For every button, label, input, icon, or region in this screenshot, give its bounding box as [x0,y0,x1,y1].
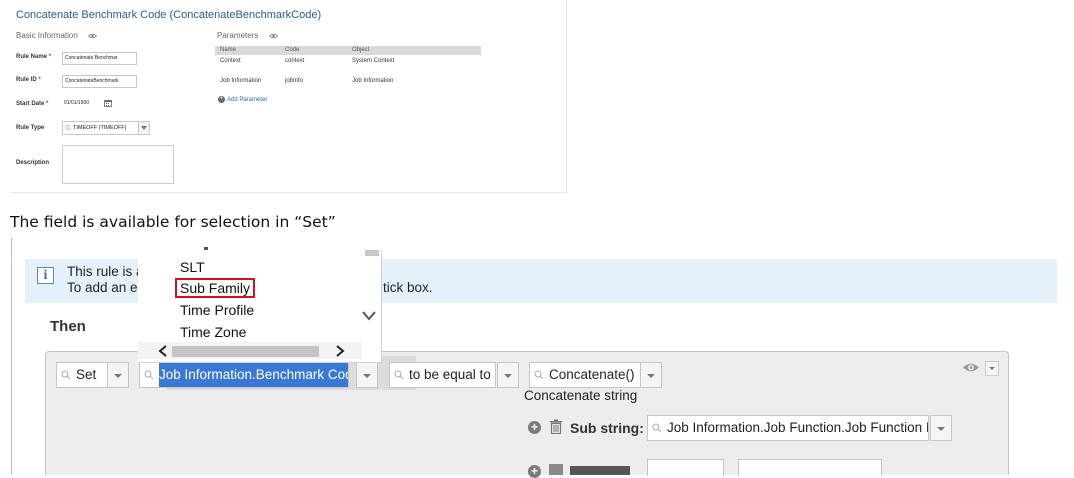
chevron-down-icon [114,374,122,378]
scroll-thumb[interactable] [365,250,379,256]
caption-text: The field is available for selection in … [10,213,336,231]
list-item-sub-family[interactable]: Sub Family [174,278,256,298]
concatenate-string-label: Concatenate string [524,388,638,403]
add-icon: + [218,96,225,103]
sub-string-dropdown-button[interactable] [930,415,952,441]
eye-icon[interactable] [962,362,980,373]
rule-id-label: Rule ID * [16,77,41,83]
description-textarea[interactable] [62,145,174,184]
start-date-input[interactable]: 01/01/1900 [62,98,100,109]
rule-then-panel: i This rule is a To add an e tick box. T… [11,238,1058,478]
chevron-down-icon [504,374,512,378]
chevron-down-icon[interactable] [362,311,376,321]
parameters-header: Parameters [217,31,278,40]
search-icon [394,370,404,380]
column-header-object: Object [352,47,370,53]
action-dropdown-button[interactable] [107,362,129,388]
column-header-code: Code [285,47,300,53]
operator-dropdown-button[interactable] [497,362,519,388]
search-icon [65,124,71,131]
rule-id-input[interactable]: ConcatenateBenchmark [62,75,137,88]
function-value: Concatenate() [549,367,635,382]
action-select[interactable]: Set [56,362,108,388]
info-line-2: To add an e [67,280,138,295]
scroll-thumb[interactable] [172,346,319,357]
rule-name-label: Rule Name * [16,54,52,60]
chevron-left-icon[interactable] [158,345,167,357]
sub-string-label: Sub string: [570,420,644,436]
search-icon [144,370,154,380]
rule-name-input[interactable]: Concatenate Benchmar [62,52,137,65]
eye-icon[interactable] [268,33,278,39]
chevron-down-icon [937,427,945,431]
info-line-tail: tick box. [383,280,433,295]
operator-value: to be equal to [409,367,491,382]
vertical-scrollbar[interactable] [362,250,381,343]
row-options-dropdown[interactable] [985,361,999,376]
then-label: Then [50,318,86,335]
table-row[interactable]: Context context System Context [215,57,481,66]
action-value: Set [76,367,97,382]
basic-info-header: Basic Information [16,31,98,40]
sub-string-text-input[interactable] [738,459,882,476]
eye-icon[interactable] [88,33,98,39]
search-icon [61,370,71,380]
add-substring-icon[interactable]: + [528,465,541,478]
rule-type-value: TIMEOFF (TIMEOFF) [73,125,127,131]
list-item[interactable]: Time Profile [180,302,254,318]
sub-string-type-select[interactable] [647,459,724,476]
calendar-icon[interactable] [104,99,112,107]
trash-icon[interactable] [549,464,563,475]
chevron-down-icon [647,374,655,378]
rule-title: Concatenate Benchmark Code (ConcatenateB… [16,9,322,21]
rule-type-label: Rule Type [16,125,45,131]
field-dropdown-list[interactable]: SLT Sub Family Time Profile Time Zone [138,247,382,363]
start-date-label: Start Date * [16,101,49,107]
chevron-down-icon [989,367,995,370]
horizontal-scrollbar[interactable] [138,342,362,359]
list-item[interactable]: Time Zone [180,324,246,340]
add-parameter-link[interactable]: + Add Parameter [218,96,267,103]
parameters-table-header: Name Code Object [215,46,481,55]
field-dropdown-button[interactable] [356,362,378,388]
operator-select[interactable]: to be equal to [389,362,496,388]
search-icon [534,370,544,380]
column-header-name: Name [220,47,237,53]
chevron-down-icon [141,126,147,130]
field-value: Job Information.Benchmark Code [159,363,348,387]
rule-type-select[interactable]: TIMEOFF (TIMEOFF) [62,121,149,135]
field-select[interactable]: Job Information.Benchmark Code [139,362,349,388]
parameters-label: Parameters [217,31,259,40]
sub-string-select[interactable]: Job Information.Job Function.Job Functio… [647,415,929,441]
info-line-1: This rule is a [67,264,144,279]
chevron-down-icon [363,374,371,378]
rule-type-dropdown-button[interactable] [138,121,150,135]
then-rule-row: Set Job Information.Benchmark Code to be… [45,351,1009,478]
table-row[interactable]: Job Information jobInfo Job Information [215,77,481,86]
add-substring-icon[interactable]: + [528,421,541,434]
basic-info-label: Basic Information [16,31,78,40]
info-icon: i [37,267,54,284]
search-icon [652,423,662,433]
trash-icon[interactable] [549,419,563,434]
cut-off-item [204,247,208,250]
description-label: Description [16,160,50,166]
chevron-right-icon[interactable] [336,345,345,357]
list-item[interactable]: SLT [180,259,205,275]
rule-editor-panel: Concatenate Benchmark Code (ConcatenateB… [10,0,567,193]
function-select[interactable]: Concatenate() [529,362,641,388]
function-dropdown-button[interactable] [640,362,662,388]
sub-string-value: Job Information.Job Function.Job Functio… [667,420,929,435]
